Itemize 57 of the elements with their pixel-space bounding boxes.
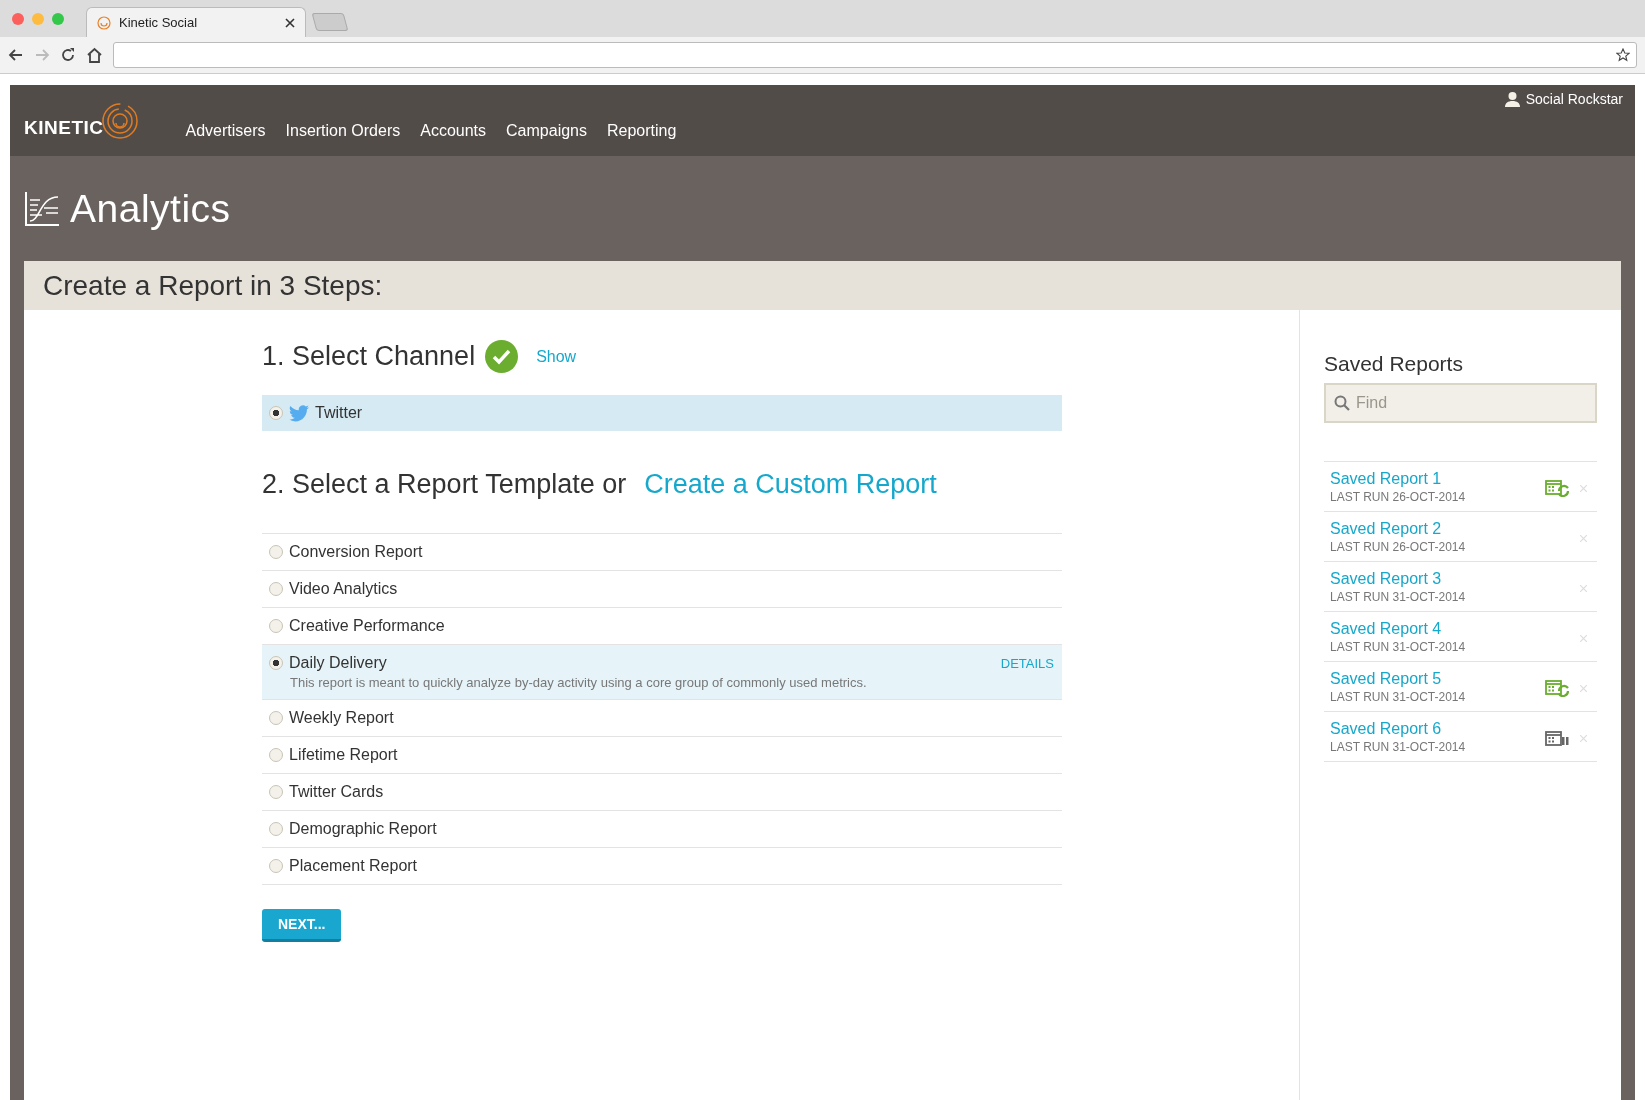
nav-link[interactable]: Insertion Orders xyxy=(285,122,401,141)
home-icon[interactable] xyxy=(86,47,103,63)
step-title: 1. Select Channel xyxy=(262,341,476,372)
calendar-refresh-icon xyxy=(1544,477,1570,497)
last-run-date: LAST RUN 31-OCT-2014 xyxy=(1330,590,1467,604)
last-run-date: LAST RUN 26-OCT-2014 xyxy=(1330,490,1467,504)
browser-tab[interactable]: Kinetic Social xyxy=(86,7,306,37)
template-description: This report is meant to quickly analyze by-day activity using a core group of commonly used metrics. xyxy=(290,675,868,690)
close-icon xyxy=(1580,734,1587,742)
saved-reports-title: Saved Reports xyxy=(1324,352,1464,376)
maximize-window-button[interactable] xyxy=(52,12,64,25)
radio-button[interactable] xyxy=(269,619,283,633)
radio-button[interactable] xyxy=(269,582,283,596)
smile-icon xyxy=(97,15,111,30)
logo-text: KINETIC xyxy=(24,117,104,139)
search-icon xyxy=(1334,395,1350,411)
reload-icon[interactable] xyxy=(60,47,76,63)
nav-link[interactable]: Accounts xyxy=(420,122,487,141)
radio-button[interactable] xyxy=(269,406,283,420)
star-icon[interactable] xyxy=(1616,48,1630,62)
radio-button[interactable] xyxy=(269,748,283,762)
template-option[interactable]: Daily Delivery DETAILS This report is meant to quickly analyze by-day activity using a core group of commonly used metrics. xyxy=(262,645,1062,700)
last-run-date: LAST RUN 26-OCT-2014 xyxy=(1330,540,1467,554)
channel-option[interactable]: Twitter xyxy=(262,395,1062,431)
last-run-date: LAST RUN 31-OCT-2014 xyxy=(1330,640,1467,654)
nav-link[interactable]: Advertisers xyxy=(185,122,266,141)
close-icon xyxy=(1580,584,1587,592)
last-run-date: LAST RUN 31-OCT-2014 xyxy=(1330,740,1467,754)
close-icon xyxy=(1580,684,1587,692)
close-icon xyxy=(1580,534,1587,542)
user-menu[interactable]: Social Rockstar xyxy=(1504,91,1623,107)
forward-icon[interactable] xyxy=(34,47,50,63)
back-icon[interactable] xyxy=(8,47,24,63)
radio-button[interactable] xyxy=(269,711,283,725)
radio-button[interactable] xyxy=(269,859,283,873)
radio-button[interactable] xyxy=(269,822,283,836)
radio-button[interactable] xyxy=(269,656,283,670)
chart-line-icon xyxy=(24,190,60,227)
radio-button[interactable] xyxy=(269,785,283,799)
last-run-date: LAST RUN 31-OCT-2014 xyxy=(1330,690,1467,704)
nav-link[interactable]: Reporting xyxy=(607,122,677,141)
calendar-pause-icon xyxy=(1545,728,1569,746)
close-icon xyxy=(1580,484,1587,492)
page-title: Analytics xyxy=(70,186,231,231)
close-icon[interactable] xyxy=(285,17,295,28)
find-field[interactable]: Find xyxy=(1324,383,1597,423)
card-title: Create a Report in 3 Steps: xyxy=(24,261,1621,310)
radio-button[interactable] xyxy=(269,545,283,559)
calendar-refresh-icon xyxy=(1544,677,1570,697)
user-icon xyxy=(1504,91,1520,107)
nav-link[interactable]: Campaigns xyxy=(506,122,587,141)
bird-icon xyxy=(289,404,309,422)
minimize-window-button[interactable] xyxy=(32,12,44,25)
new-tab-button[interactable] xyxy=(311,13,349,31)
step-title: 2. Select a Report Template or xyxy=(262,469,627,500)
close-icon xyxy=(1580,634,1587,642)
close-window-button[interactable] xyxy=(12,12,24,25)
